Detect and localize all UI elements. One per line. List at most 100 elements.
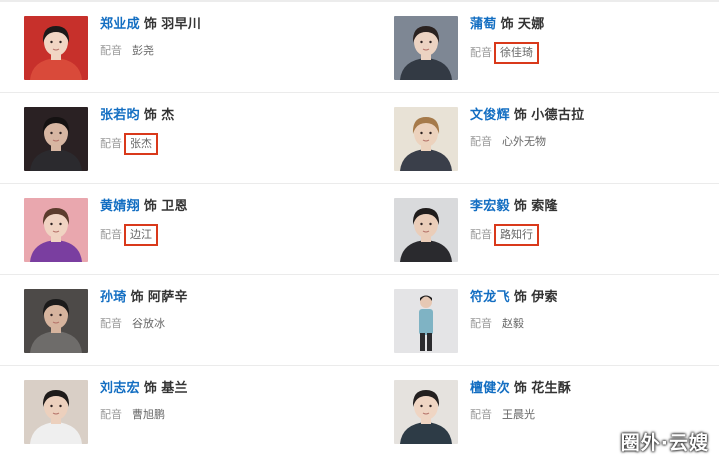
actor-avatar[interactable] (394, 16, 458, 80)
voice-label: 配音 (100, 408, 122, 421)
actor-portrait-icon (394, 380, 458, 444)
actor-avatar[interactable] (394, 380, 458, 444)
voice-actor-name: 曹旭鹏 (132, 408, 165, 421)
role-name: 阿萨辛 (147, 290, 188, 305)
cast-list: 郑业成饰羽早川 配音 彭尧 蒲萄饰天娜 配音 徐佳琦 张若昀饰杰配音 张杰 文俊辉饰小德古拉 配音… (0, 2, 719, 456)
voice-line: 配音 曹旭鹏 (100, 406, 169, 424)
actor-role-line: 黄婧翔饰卫恩 (100, 198, 188, 216)
actor-name-link[interactable]: 檀健次 (470, 381, 510, 396)
cast-row: 刘志宏饰基兰 配音 曹旭鹏 檀健次饰花生酥 配音 王晨光 (0, 366, 719, 456)
cast-row: 郑业成饰羽早川 配音 彭尧 蒲萄饰天娜 配音 徐佳琦 (0, 2, 719, 93)
role-connector: 饰 (513, 199, 528, 214)
actor-role-line: 李宏毅饰索隆 (470, 198, 558, 216)
actor-role-line: 檀健次饰花生酥 (470, 380, 571, 398)
actor-portrait-icon (24, 198, 88, 262)
role-name: 卫恩 (161, 199, 188, 214)
actor-role-line: 郑业成饰羽早川 (100, 16, 201, 34)
role-connector: 饰 (143, 17, 158, 32)
role-connector: 饰 (130, 290, 144, 305)
role-name: 杰 (161, 108, 175, 123)
actor-role-line: 张若昀饰杰 (100, 107, 175, 125)
actor-name-link[interactable]: 刘志宏 (100, 381, 140, 396)
actor-avatar[interactable] (394, 289, 458, 353)
actor-portrait-icon (24, 16, 88, 80)
voice-label: 配音 (470, 46, 492, 59)
cast-card: 孙琦饰阿萨辛 配音 谷放冰 (24, 275, 354, 365)
actor-name-link[interactable]: 孙琦 (100, 290, 127, 305)
voice-actor-name: 彭尧 (132, 44, 154, 57)
actor-role-line: 刘志宏饰基兰 (100, 380, 188, 398)
actor-role-line: 蒲萄饰天娜 (470, 16, 545, 34)
cast-card: 李宏毅饰索隆配音 路知行 (394, 184, 719, 274)
voice-line: 配音 彭尧 (100, 42, 158, 60)
actor-name-link[interactable]: 蒲萄 (470, 17, 497, 32)
actor-avatar[interactable] (394, 107, 458, 171)
actor-name-link[interactable]: 李宏毅 (470, 199, 510, 214)
role-name: 小德古拉 (531, 108, 585, 123)
actor-name-link[interactable]: 黄婧翔 (100, 199, 140, 214)
voice-actor-name: 心外无物 (502, 135, 546, 148)
cast-card: 张若昀饰杰配音 张杰 (24, 93, 354, 183)
voice-label: 配音 (470, 135, 492, 148)
voice-label: 配音 (100, 317, 122, 330)
actor-avatar[interactable] (394, 198, 458, 262)
actor-role-line: 符龙飞饰伊索 (470, 289, 558, 307)
actor-name-link[interactable]: 郑业成 (100, 17, 140, 32)
voice-label: 配音 (470, 228, 492, 241)
cast-card: 郑业成饰羽早川 配音 彭尧 (24, 2, 354, 92)
voice-label: 配音 (470, 317, 492, 330)
role-connector: 饰 (143, 108, 158, 123)
voice-actor-name: 王晨光 (502, 408, 535, 421)
voice-actor-name: 徐佳琦 (494, 42, 539, 64)
actor-fullbody-icon (394, 289, 458, 353)
actor-avatar[interactable] (24, 380, 88, 444)
voice-line: 配音 赵毅 (470, 315, 528, 333)
actor-avatar[interactable] (24, 198, 88, 262)
role-connector: 饰 (513, 381, 528, 396)
voice-label: 配音 (100, 228, 122, 241)
actress-portrait-icon (394, 16, 458, 80)
watermark: 圈外·云嫂 (620, 432, 709, 454)
role-name: 伊索 (531, 290, 558, 305)
voice-actor-name: 谷放冰 (132, 317, 165, 330)
actor-portrait-icon (394, 107, 458, 171)
actor-name-link[interactable]: 符龙飞 (470, 290, 510, 305)
voice-line: 配音 王晨光 (470, 406, 539, 424)
cast-row: 黄婧翔饰卫恩 配音 边江 李宏毅饰索隆 配音 路知行 (0, 184, 719, 275)
cast-card: 蒲萄饰天娜配音 徐佳琦 (394, 2, 719, 92)
cast-card: 符龙飞饰伊索 配音 赵毅 (394, 275, 719, 365)
role-connector: 饰 (143, 199, 158, 214)
voice-actor-name: 边江 (124, 224, 158, 246)
actor-name-link[interactable]: 张若昀 (100, 108, 140, 123)
cast-card: 文俊辉饰小德古拉配音 心外无物 (394, 93, 719, 183)
actor-portrait-icon (24, 107, 88, 171)
actor-role-line: 文俊辉饰小德古拉 (470, 107, 584, 125)
actor-name-link[interactable]: 文俊辉 (470, 108, 510, 123)
role-connector: 饰 (513, 108, 528, 123)
cast-row: 张若昀饰杰配音 张杰 文俊辉饰小德古拉 配音 心外无物 (0, 93, 719, 184)
voice-line: 配音 徐佳琦 (470, 42, 539, 64)
voice-line: 配音 谷放冰 (100, 315, 169, 333)
role-name: 基兰 (161, 381, 188, 396)
actor-portrait-icon (24, 380, 88, 444)
role-name: 天娜 (517, 17, 545, 32)
voice-label: 配音 (100, 44, 122, 57)
voice-actor-name: 路知行 (494, 224, 539, 246)
cast-card: 刘志宏饰基兰 配音 曹旭鹏 (24, 366, 354, 456)
actor-avatar[interactable] (24, 16, 88, 80)
role-name: 花生酥 (531, 381, 572, 396)
voice-line: 配音 路知行 (470, 224, 539, 246)
role-connector: 饰 (500, 17, 514, 32)
actor-avatar[interactable] (24, 107, 88, 171)
cast-row: 孙琦饰阿萨辛 配音 谷放冰 符龙飞饰伊索 配音 赵毅 (0, 275, 719, 366)
actor-avatar[interactable] (24, 289, 88, 353)
role-connector: 饰 (513, 290, 528, 305)
voice-actor-name: 张杰 (124, 133, 158, 155)
actor-portrait-icon (394, 198, 458, 262)
voice-label: 配音 (470, 408, 492, 421)
role-connector: 饰 (143, 381, 158, 396)
actor-role-line: 孙琦饰阿萨辛 (100, 289, 188, 307)
voice-label: 配音 (100, 137, 122, 150)
cast-card: 黄婧翔饰卫恩配音 边江 (24, 184, 354, 274)
role-name: 羽早川 (161, 17, 202, 32)
